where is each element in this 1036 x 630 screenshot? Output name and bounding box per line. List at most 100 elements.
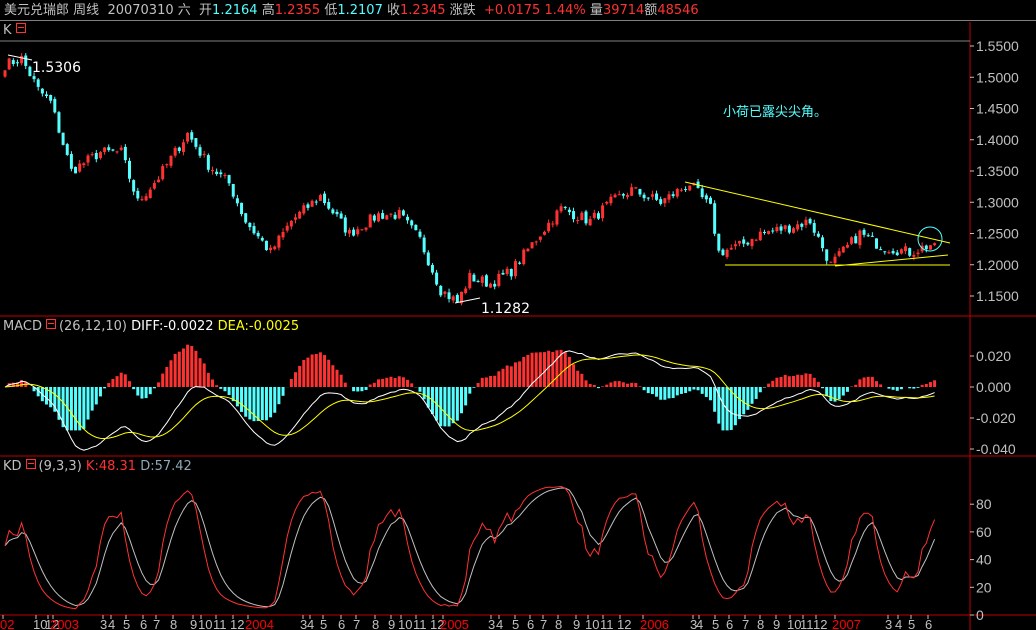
candle-down — [339, 213, 343, 219]
candle-down — [771, 230, 775, 232]
candle-up — [792, 228, 795, 233]
candle-down — [306, 204, 310, 208]
candle-up — [489, 283, 493, 288]
candle-up — [347, 229, 351, 234]
candle-up — [804, 219, 808, 226]
candle-up — [833, 256, 837, 264]
x-tick-label: 2003 — [50, 617, 79, 630]
candle-down — [684, 189, 688, 191]
candle-down — [870, 235, 874, 237]
collapse-icon[interactable] — [45, 319, 56, 329]
candle-down — [401, 210, 405, 216]
y-tick-label: 1.1500 — [976, 288, 1019, 304]
candle-down — [331, 209, 335, 214]
candle-up — [733, 244, 737, 247]
candle-down — [567, 209, 571, 213]
candle-down — [352, 229, 356, 236]
collapse-icon[interactable] — [25, 459, 36, 469]
candle-down — [447, 292, 451, 300]
candle-down — [256, 232, 260, 237]
y-tick-label: -0.020 — [976, 410, 1016, 426]
candle-down — [381, 213, 385, 219]
candle-down — [111, 149, 115, 151]
candle-up — [526, 248, 530, 252]
x-tick-label: 8 — [555, 617, 562, 630]
candle-up — [688, 185, 692, 191]
candle-up — [82, 163, 86, 166]
y-tick-label: 1.5000 — [976, 69, 1019, 85]
x-tick-label: 7 — [153, 617, 160, 630]
candle-up — [758, 231, 762, 241]
candle-up — [464, 288, 468, 293]
candle-up — [551, 223, 555, 225]
candle-down — [709, 197, 712, 204]
kd-panel-label: KD (9,3,3) K:48.31 D:57.42 — [3, 459, 192, 474]
candle-down — [572, 211, 576, 220]
candle-down — [248, 222, 252, 228]
candle-up — [294, 217, 297, 220]
y-tick-label: 40 — [976, 552, 992, 568]
candle-down — [314, 201, 318, 203]
x-tick-label: 7 — [742, 617, 749, 630]
candle-up — [90, 154, 94, 156]
y-tick-label: 0.020 — [976, 348, 1011, 364]
candle-up — [605, 201, 609, 204]
candle-up — [144, 196, 148, 201]
candle-down — [717, 233, 721, 251]
candle-up — [767, 231, 771, 235]
candle-up — [20, 55, 24, 64]
candle-up — [845, 244, 849, 248]
annotation-note: 小荷已露尖尖角。 — [723, 105, 828, 120]
candle-down — [335, 211, 339, 215]
candle-down — [65, 144, 69, 155]
candle-up — [443, 291, 447, 294]
candle-up — [298, 211, 302, 219]
candle-down — [264, 240, 268, 251]
x-tick-label: 9 — [573, 617, 580, 630]
candle-down — [746, 242, 750, 245]
candle-down — [866, 235, 870, 237]
x-tick-label: 6 — [925, 617, 932, 630]
candle-up — [538, 236, 542, 240]
candle-up — [356, 229, 360, 235]
x-tick-label: 12 — [617, 617, 631, 630]
x-tick-label: 6 — [527, 617, 534, 630]
candle-down — [501, 272, 505, 275]
candle-down — [198, 147, 202, 156]
candle-down — [136, 190, 140, 199]
candle-down — [879, 249, 883, 251]
candle-down — [260, 237, 264, 241]
x-tick-label: 4 — [496, 617, 503, 630]
candle-down — [426, 252, 430, 266]
candle-up — [534, 241, 538, 243]
dea-line — [4, 354, 935, 440]
candle-up — [385, 215, 389, 220]
candle-down — [28, 66, 32, 77]
candle-up — [899, 249, 903, 254]
x-tick-label: 5 — [908, 617, 915, 630]
x-tick-label: 02 — [0, 617, 14, 630]
candle-up — [543, 231, 546, 235]
y-tick-label: 0 — [976, 607, 984, 623]
kd-k: K:48.31 — [85, 459, 137, 474]
candle-up — [725, 249, 729, 257]
candle-down — [323, 193, 327, 204]
candle-up — [169, 155, 173, 166]
candle-down — [895, 252, 899, 256]
macd-diff: DIFF:-0.0022 — [131, 319, 214, 334]
candle-down — [800, 223, 804, 227]
candle-down — [854, 236, 858, 244]
candle-up — [588, 218, 592, 226]
candle-up — [912, 254, 916, 257]
candle-down — [194, 138, 198, 147]
candle-down — [862, 229, 866, 235]
candle-up — [186, 132, 190, 142]
candle-up — [522, 249, 526, 265]
y-tick-label: 1.4000 — [976, 132, 1019, 148]
candle-up — [98, 152, 102, 159]
collapse-icon[interactable] — [15, 23, 26, 33]
x-tick-label: 5 — [320, 617, 327, 630]
candle-down — [372, 215, 376, 221]
candle-up — [497, 273, 501, 287]
x-tick-label: 12 — [230, 617, 244, 630]
